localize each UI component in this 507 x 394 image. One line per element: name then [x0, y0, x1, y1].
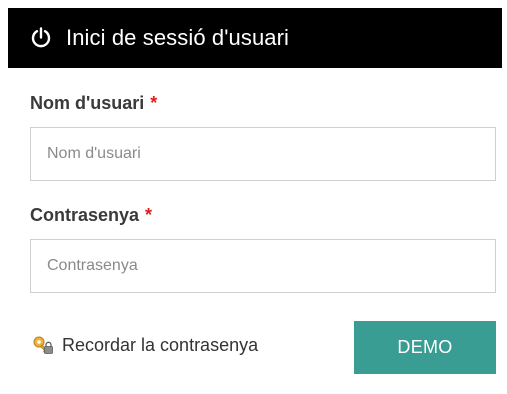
remember-password-label: Recordar la contrasenya: [62, 334, 259, 355]
username-label: Nom d'usuari *: [30, 93, 157, 114]
username-label-text: Nom d'usuari: [30, 93, 145, 113]
key-lock-icon: [32, 334, 54, 356]
login-header: Inici de sessió d'usuari: [8, 8, 502, 68]
password-label-text: Contrasenya: [30, 205, 140, 225]
username-input[interactable]: [30, 127, 496, 181]
power-icon: [28, 25, 54, 51]
password-required-mark: *: [145, 205, 153, 225]
demo-button[interactable]: DEMO: [354, 321, 496, 374]
remember-password-link[interactable]: Recordar la contrasenya: [32, 334, 258, 356]
login-title: Inici de sessió d'usuari: [66, 25, 290, 50]
login-panel: Inici de sessió d'usuari Nom d'usuari* C…: [0, 0, 507, 394]
username-required-mark: *: [150, 93, 158, 113]
password-input[interactable]: [30, 239, 496, 293]
password-label: Contrasenya *: [30, 205, 152, 226]
